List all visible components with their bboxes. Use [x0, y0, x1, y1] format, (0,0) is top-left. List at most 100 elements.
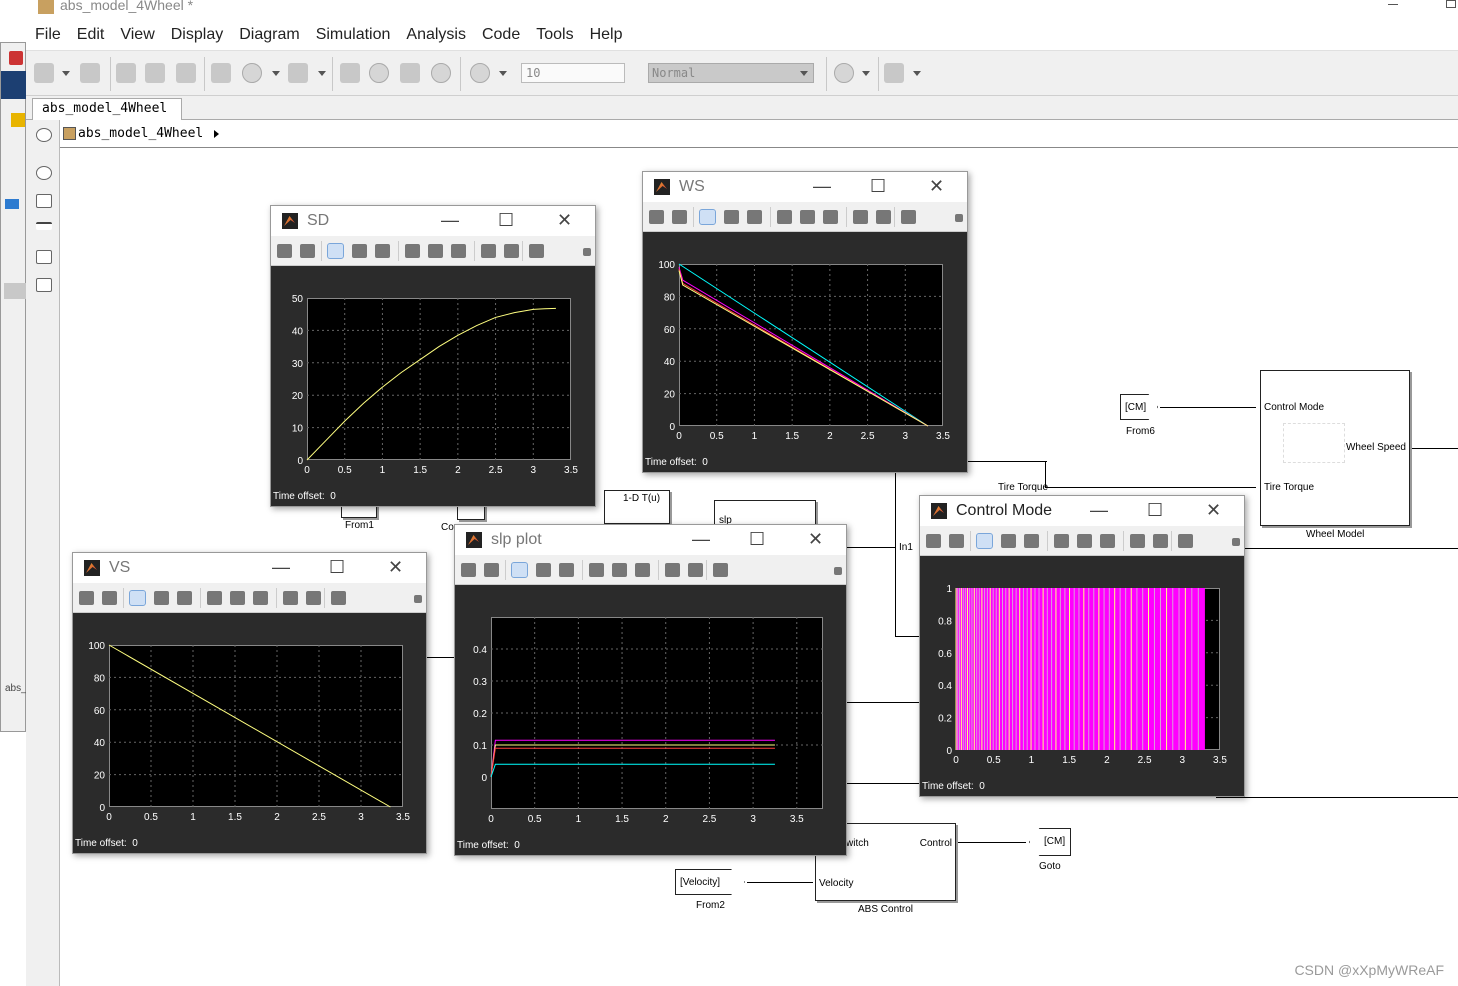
autoscale-icon[interactable] — [207, 591, 222, 605]
maximize-icon[interactable]: ☐ — [329, 557, 345, 578]
close-icon[interactable]: ✕ — [1206, 500, 1221, 521]
minimize-icon[interactable]: — — [813, 176, 831, 197]
hide-browser-icon[interactable] — [36, 128, 52, 142]
zoom-y-icon[interactable] — [747, 210, 762, 224]
autoscale-icon[interactable] — [1054, 534, 1069, 548]
save-axes-icon[interactable] — [253, 591, 268, 605]
restore-icon[interactable] — [612, 563, 627, 577]
menu-edit[interactable]: Edit — [77, 20, 105, 50]
save-axes-icon[interactable] — [1100, 534, 1115, 548]
zoom-y-icon[interactable] — [1024, 534, 1039, 548]
tab-model[interactable]: abs_model_4Wheel — [32, 98, 182, 120]
print-icon[interactable] — [926, 534, 941, 548]
restore-icon[interactable] — [230, 591, 245, 605]
plot-area[interactable] — [109, 645, 403, 807]
menu-tools[interactable]: Tools — [536, 20, 573, 50]
maximize-icon[interactable]: ☐ — [870, 176, 886, 197]
scope-window-sd[interactable]: SD — ☐ ✕ Time offset: 0 0 0.5 1 1.5 2 2.5 3 3.5 0 1… — [270, 205, 596, 507]
menu-analysis[interactable]: Analysis — [406, 20, 466, 50]
stop-icon[interactable] — [431, 63, 451, 83]
chevron-down-icon[interactable] — [272, 71, 280, 76]
autoscale-icon[interactable] — [589, 563, 604, 577]
highlight-block-icon[interactable] — [283, 591, 298, 605]
scope-window-ws[interactable]: WS — ☐ ✕ Time offset: 0 0 0.5 1 1.5 2 2.5 3 3.5 0 2… — [642, 171, 968, 473]
scope-window-control-mode[interactable]: Control Mode — ☐ ✕ Time offset: 0 0 0.5 1 1.5… — [919, 495, 1245, 797]
restore-icon[interactable] — [800, 210, 815, 224]
menu-help[interactable]: Help — [590, 20, 623, 50]
simulation-mode-select[interactable]: Normal — [648, 63, 814, 83]
zoom-in-icon[interactable] — [976, 533, 993, 549]
menu-display[interactable]: Display — [171, 20, 223, 50]
chevron-down-icon[interactable] — [834, 567, 842, 575]
new-icon[interactable] — [11, 113, 25, 127]
menu-simulation[interactable]: Simulation — [316, 20, 391, 50]
signal-select-icon[interactable] — [713, 563, 728, 577]
up-icon[interactable] — [176, 63, 196, 83]
step-forward-icon[interactable] — [400, 63, 420, 83]
back-icon[interactable] — [116, 63, 136, 83]
zoom-x-icon[interactable] — [724, 210, 739, 224]
goto-block[interactable]: [CM] — [1029, 828, 1071, 856]
menu-view[interactable]: View — [120, 20, 154, 50]
highlight-block-icon[interactable] — [481, 244, 496, 258]
maximize-icon[interactable] — [1446, 0, 1456, 8]
lock-icon[interactable] — [876, 210, 891, 224]
maximize-icon[interactable]: ☐ — [1147, 500, 1163, 521]
record-icon[interactable] — [470, 63, 490, 83]
save-icon[interactable] — [80, 63, 100, 83]
chevron-down-icon[interactable] — [955, 214, 963, 222]
plot-area[interactable] — [956, 588, 1220, 750]
highlight-block-icon[interactable] — [853, 210, 868, 224]
chevron-down-icon[interactable] — [862, 71, 870, 76]
menu-diagram[interactable]: Diagram — [239, 20, 299, 50]
arrow-icon[interactable] — [36, 222, 52, 230]
gear-icon[interactable] — [102, 591, 117, 605]
highlight-block-icon[interactable] — [1130, 534, 1145, 548]
close-icon[interactable]: ✕ — [929, 176, 944, 197]
lock-icon[interactable] — [688, 563, 703, 577]
save-axes-icon[interactable] — [823, 210, 838, 224]
signal-select-icon[interactable] — [529, 244, 544, 258]
signal-select-icon[interactable] — [331, 591, 346, 605]
chevron-down-icon[interactable] — [318, 71, 326, 76]
signal-select-icon[interactable] — [901, 210, 916, 224]
minimize-icon[interactable]: — — [692, 529, 710, 550]
print-icon[interactable] — [461, 563, 476, 577]
back-arrow-icon[interactable] — [5, 199, 19, 209]
zoom-icon[interactable] — [36, 166, 52, 180]
print-icon[interactable] — [277, 244, 292, 258]
chevron-right-icon[interactable] — [214, 130, 219, 138]
chevron-down-icon[interactable] — [414, 595, 422, 603]
zoom-in-icon[interactable] — [511, 562, 528, 578]
zoom-y-icon[interactable] — [375, 244, 390, 258]
model-explorer-icon[interactable] — [288, 63, 308, 83]
run-icon[interactable] — [369, 63, 389, 83]
image-icon[interactable] — [36, 278, 52, 292]
chevron-down-icon[interactable] — [913, 71, 921, 76]
plot-area[interactable] — [307, 298, 571, 460]
autoscale-icon[interactable] — [405, 244, 420, 258]
scope-window-vs[interactable]: VS — ☐ ✕ Time offset: 0 0 0.5 1 1.5 2 2.5 3 3.5 0 2… — [72, 552, 427, 854]
lock-icon[interactable] — [306, 591, 321, 605]
minimize-icon[interactable] — [1388, 4, 1398, 5]
plot-area[interactable] — [679, 264, 943, 426]
model-advisor-icon[interactable] — [834, 63, 854, 83]
zoom-y-icon[interactable] — [559, 563, 574, 577]
zoom-y-icon[interactable] — [177, 591, 192, 605]
lookup-table-block[interactable]: 1-D T(u) — [604, 490, 670, 524]
autoscale-icon[interactable] — [777, 210, 792, 224]
restore-icon[interactable] — [1077, 534, 1092, 548]
zoom-x-icon[interactable] — [1001, 534, 1016, 548]
from6-block[interactable]: [CM] — [1120, 394, 1158, 420]
minimize-icon[interactable]: — — [272, 557, 290, 578]
close-icon[interactable]: ✕ — [808, 529, 823, 550]
chevron-down-icon[interactable] — [583, 248, 591, 256]
zoom-x-icon[interactable] — [536, 563, 551, 577]
menu-file[interactable]: File — [35, 20, 61, 50]
signal-select-icon[interactable] — [1178, 534, 1193, 548]
lock-icon[interactable] — [504, 244, 519, 258]
library-browser-icon[interactable] — [211, 63, 231, 83]
zoom-in-icon[interactable] — [327, 243, 344, 259]
close-icon[interactable]: ✕ — [557, 210, 572, 231]
maximize-icon[interactable]: ☐ — [498, 210, 514, 231]
